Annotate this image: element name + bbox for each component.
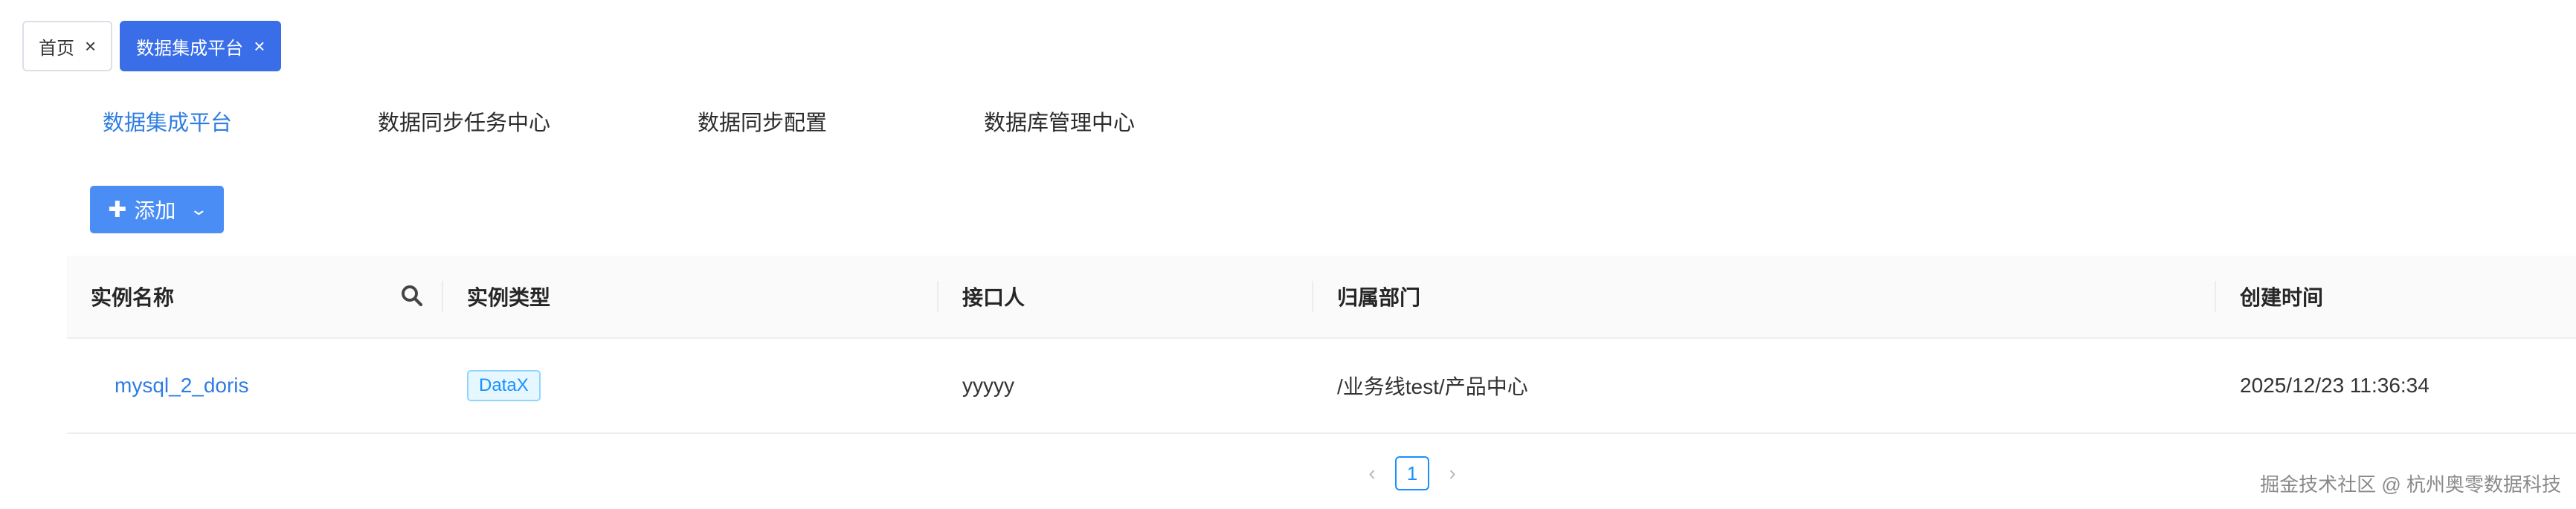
search-icon[interactable] xyxy=(399,282,425,309)
nav-item-data-integration[interactable]: 数据集成平台 xyxy=(103,106,232,137)
add-button[interactable]: ✚ 添加 ⌄ xyxy=(90,186,224,233)
page-tab-data-integration[interactable]: 数据集成平台 × xyxy=(120,21,282,71)
close-icon[interactable]: × xyxy=(85,36,96,56)
page-number-current[interactable]: 1 xyxy=(1395,456,1429,490)
column-header-instance-name[interactable]: 实例名称 xyxy=(91,256,174,337)
table-row: mysql_2_doris DataX yyyyy /业务线test/产品中心 … xyxy=(67,339,2576,434)
page-tab-label: 数据集成平台 xyxy=(136,38,244,59)
chevron-down-icon[interactable]: ⌄ xyxy=(190,200,209,219)
next-page-icon[interactable]: › xyxy=(1441,461,1464,485)
instance-type-tag: DataX xyxy=(467,370,541,401)
page-tab-bar: 首页 × 数据集成平台 × xyxy=(22,21,282,71)
column-divider xyxy=(1312,281,1313,312)
column-divider xyxy=(937,281,938,312)
add-button-label: 添加 xyxy=(134,199,176,222)
instance-name-link[interactable]: mysql_2_doris xyxy=(115,339,249,432)
contact-cell: yyyyy xyxy=(962,374,1014,397)
close-icon[interactable]: × xyxy=(254,36,265,56)
column-header-instance-type[interactable]: 实例类型 xyxy=(467,256,550,337)
module-nav: 数据集成平台 数据同步任务中心 数据同步配置 数据库管理中心 xyxy=(0,106,2576,143)
page-tab-label: 首页 xyxy=(39,38,74,59)
table-header: 实例名称 实例类型 接口人 归属部门 创建时间 xyxy=(67,256,2576,339)
column-divider xyxy=(2215,281,2216,312)
nav-item-database-center[interactable]: 数据库管理中心 xyxy=(984,106,1135,137)
prev-page-icon[interactable]: ‹ xyxy=(1361,461,1383,485)
watermark: 掘金技术社区 @ 杭州奥零数据科技 xyxy=(2260,473,2561,496)
column-divider xyxy=(442,281,443,312)
plus-icon: ✚ xyxy=(108,197,127,222)
page-tab-home[interactable]: 首页 × xyxy=(22,21,113,71)
nav-item-sync-task-center[interactable]: 数据同步任务中心 xyxy=(378,106,550,137)
created-time-cell: 2025/12/23 11:36:34 xyxy=(2240,374,2430,397)
pagination: ‹ 1 › xyxy=(1361,456,1464,490)
column-header-created-time[interactable]: 创建时间 xyxy=(2240,256,2323,337)
column-header-contact[interactable]: 接口人 xyxy=(962,256,1025,337)
column-header-department[interactable]: 归属部门 xyxy=(1337,256,1420,337)
nav-item-sync-config[interactable]: 数据同步配置 xyxy=(698,106,827,137)
department-cell: /业务线test/产品中心 xyxy=(1337,375,1528,398)
